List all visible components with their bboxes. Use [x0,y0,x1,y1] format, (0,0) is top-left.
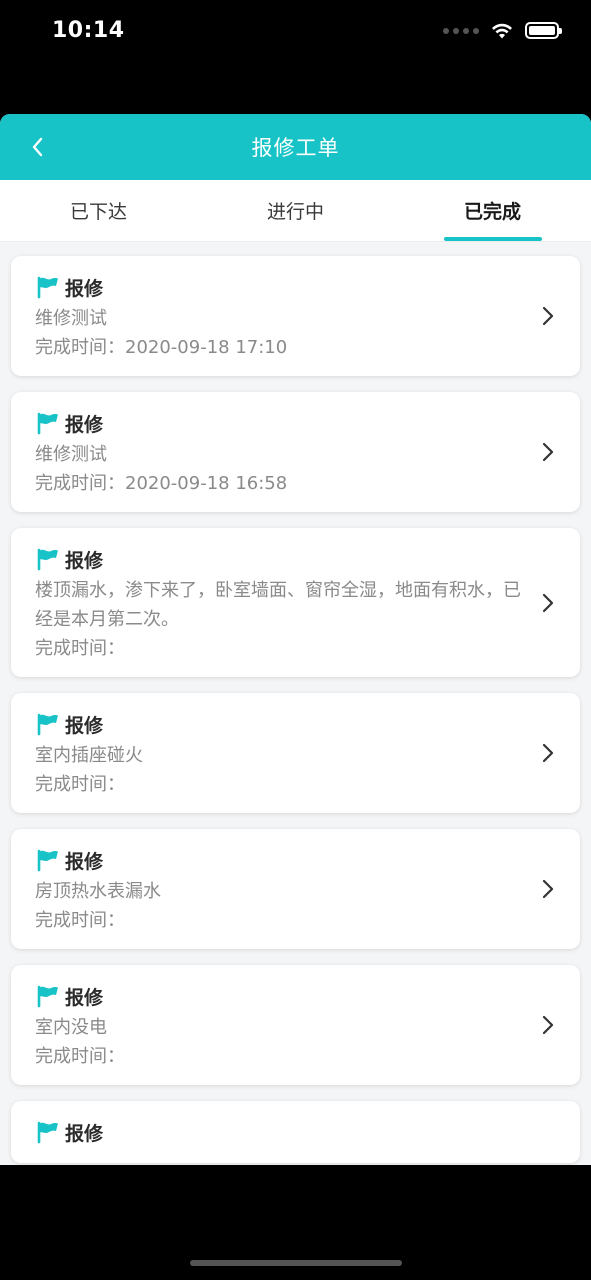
order-list: 报修 维修测试 完成时间：2020-09-18 17:10 报修 维修测试 完成… [0,242,591,1163]
order-description: 维修测试 [35,308,107,329]
order-type: 报修 [65,413,104,436]
tab-label: 已完成 [463,201,521,223]
order-card[interactable]: 报修 房顶热水表漏水 完成时间： [11,829,580,949]
order-type: 报修 [65,714,104,737]
card-header: 报修 [35,979,530,1013]
nav-bar: 报修工单 [0,114,591,180]
order-card[interactable]: 报修 维修测试 完成时间：2020-09-18 17:10 [11,256,580,376]
tab-label: 进行中 [266,201,324,223]
card-header: 报修 [35,270,530,304]
status-bar: 10:14 [0,0,591,66]
battery-icon [525,22,562,39]
flag-icon [37,713,58,736]
flag-icon [37,985,58,1008]
status-time: 10:14 [52,18,125,43]
chevron-right-icon [542,306,554,326]
home-indicator[interactable] [190,1260,402,1266]
order-type: 报修 [65,549,104,572]
home-indicator-area [0,1165,591,1280]
flag-icon [37,1121,58,1144]
back-button[interactable] [20,130,54,164]
order-complete-time: 完成时间：2020-09-18 16:58 [35,473,288,494]
flag-icon [37,849,58,872]
order-description: 室内插座碰火 [35,745,143,766]
order-type: 报修 [65,277,104,300]
flag-icon [37,412,58,435]
flag-icon [37,276,58,299]
order-complete-time: 完成时间： [35,638,125,659]
order-card[interactable]: 报修 室内插座碰火 完成时间： [11,693,580,813]
order-type: 报修 [65,1122,104,1145]
order-type: 报修 [65,850,104,873]
app-screen: 报修工单 已下达 进行中 已完成 报修 维修测试 完成时间：2020-09-18… [0,114,591,1165]
order-description: 房顶热水表漏水 [35,881,161,902]
order-complete-time: 完成时间：2020-09-18 17:10 [35,337,288,358]
chevron-right-icon [542,1015,554,1035]
signal-icon [443,27,479,34]
card-header: 报修 [35,1115,530,1149]
card-header: 报修 [35,843,530,877]
page-title: 报修工单 [251,136,340,160]
order-complete-time: 完成时间： [35,774,125,795]
order-card[interactable]: 报修 室内没电 完成时间： [11,965,580,1085]
wifi-icon [492,23,512,38]
tab-in-progress[interactable]: 进行中 [197,180,394,241]
tab-bar: 已下达 进行中 已完成 [0,180,591,242]
chevron-left-icon [32,137,43,157]
card-header: 报修 [35,707,530,741]
chevron-right-icon [542,879,554,899]
tab-issued[interactable]: 已下达 [0,180,197,241]
order-description: 楼顶漏水，渗下来了，卧室墙面、窗帘全湿，地面有积水，已经是本月第二次。 [35,580,521,630]
card-header: 报修 [35,406,530,440]
card-header: 报修 [35,542,530,576]
chevron-right-icon [542,442,554,462]
order-complete-time: 完成时间： [35,910,125,931]
order-description: 维修测试 [35,444,107,465]
order-type: 报修 [65,986,104,1009]
chevron-right-icon [542,593,554,612]
status-icons [443,22,562,39]
tab-label: 已下达 [69,201,127,223]
order-complete-time: 完成时间： [35,1046,125,1067]
tab-completed[interactable]: 已完成 [394,180,591,241]
order-card[interactable]: 报修 [11,1101,580,1163]
order-description: 室内没电 [35,1017,107,1038]
order-card[interactable]: 报修 维修测试 完成时间：2020-09-18 16:58 [11,392,580,512]
flag-icon [37,548,58,571]
chevron-right-icon [542,743,554,763]
order-card[interactable]: 报修 楼顶漏水，渗下来了，卧室墙面、窗帘全湿，地面有积水，已经是本月第二次。 完… [11,528,580,677]
